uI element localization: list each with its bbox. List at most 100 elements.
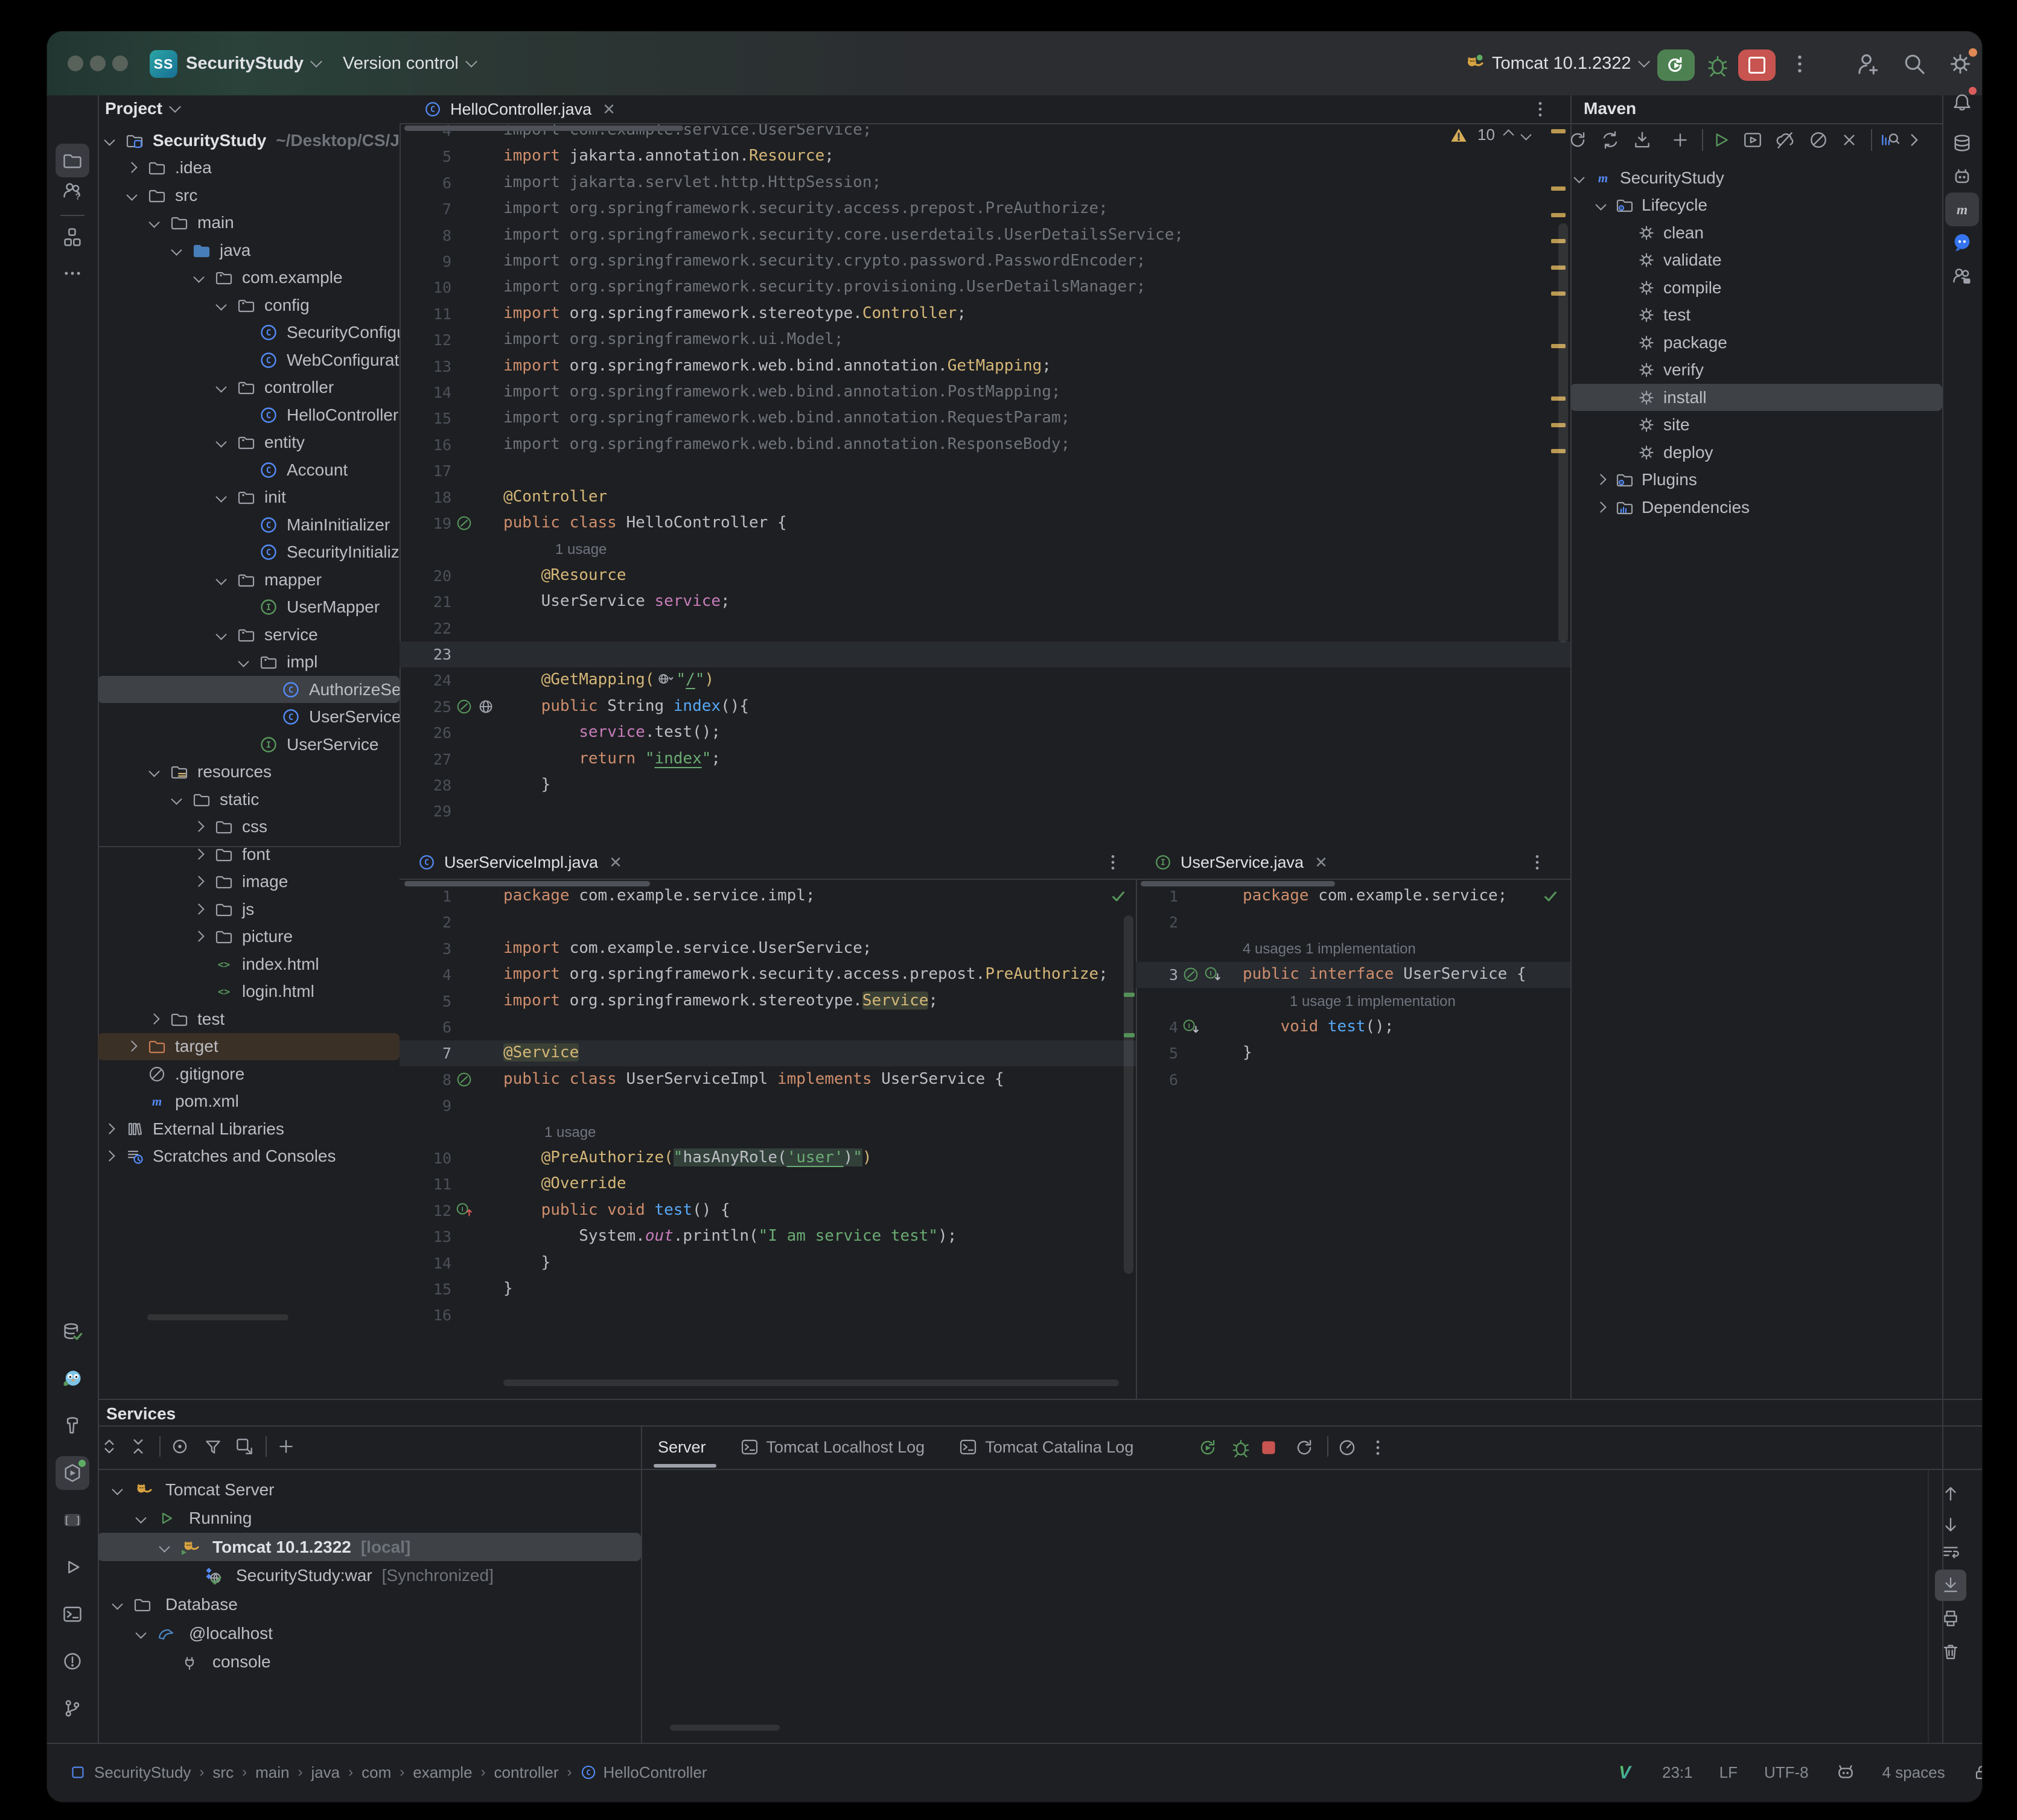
code-line[interactable]: public interface UserService { (1243, 965, 1526, 983)
rail-problems-brackets[interactable]: [ ] (56, 1503, 89, 1537)
breadcrumbs[interactable]: SecurityStudy › src › main › java › com › example ›… (69, 1743, 707, 1802)
code-line[interactable]: package com.example.service; (1243, 886, 1507, 905)
maven-item-plugins[interactable]: Plugins (1570, 466, 1942, 494)
rail-structure[interactable] (56, 220, 89, 254)
ai-icon[interactable] (1835, 1762, 1856, 1783)
services-item-securitystudy:war[interactable]: SecurityStudy:war [Synchronized] (98, 1562, 641, 1590)
breadcrumb-securitystudy[interactable]: SecurityStudy (94, 1763, 191, 1782)
log-kebab-button[interactable] (1368, 1437, 1388, 1461)
maven-item-site[interactable]: site (1570, 412, 1942, 439)
breadcrumb-main[interactable]: main (255, 1763, 289, 1782)
code-line[interactable]: void test(); (1243, 1017, 1394, 1036)
rail-problems[interactable] (56, 1644, 89, 1678)
rail-notifications[interactable] (1945, 86, 1979, 119)
breadcrumb-hellocontroller[interactable]: HelloController (603, 1763, 707, 1782)
tab-close-icon[interactable]: ✕ (602, 100, 616, 119)
maven-item-dependencies[interactable]: Dependencies (1570, 494, 1942, 521)
log-trash-button[interactable] (1935, 1636, 1966, 1667)
vertical-scrollbar[interactable] (1124, 915, 1133, 1274)
services-item-console[interactable]: console (98, 1648, 641, 1676)
rail-maven-tool[interactable]: m (1945, 192, 1979, 226)
editor-tab-userservice.java[interactable]: I UserService.java ✕ (1154, 853, 1328, 872)
folder-gear-icon (1615, 196, 1634, 215)
caret-position[interactable]: 23:1 (1662, 1763, 1693, 1782)
window-close-button[interactable] (68, 56, 83, 71)
log-stopr-button[interactable] (1258, 1437, 1279, 1461)
vertical-scrollbar[interactable] (1558, 223, 1568, 643)
lock-icon[interactable] (1972, 1763, 1982, 1782)
rail-database[interactable] (1945, 126, 1979, 160)
mvn-icon: m (1593, 168, 1613, 188)
editor-options-icon[interactable] (1527, 852, 1547, 876)
breadcrumb-src[interactable]: src (212, 1763, 234, 1782)
rail-run[interactable] (56, 1550, 89, 1584)
log-wrap-button[interactable] (1935, 1536, 1966, 1568)
services-item-tomcat-10.1.2322[interactable]: Tomcat 10.1.2322 [local] (98, 1533, 641, 1562)
services-item-tomcat-server[interactable]: Tomcat Server (98, 1475, 641, 1504)
rail-learn[interactable]: ? (56, 174, 89, 208)
maven-item-install[interactable]: install (1570, 384, 1942, 411)
rail-collaboration[interactable] (1945, 259, 1979, 293)
editor-options-icon[interactable] (1530, 99, 1550, 122)
gutter-impldown-icon[interactable]: I (1203, 966, 1222, 987)
rail-database-changes[interactable] (56, 1315, 89, 1349)
refresh-icon (1294, 1437, 1314, 1458)
log-scrollend-button[interactable] (1935, 1570, 1966, 1601)
log-debugg-button[interactable] (1231, 1437, 1251, 1461)
log-gauge-button[interactable] (1337, 1437, 1357, 1461)
rail-terminal[interactable] (56, 1597, 89, 1631)
usage-inlay[interactable]: 4 usages 1 implementation (1243, 941, 1416, 958)
log-refresh-button[interactable] (1294, 1437, 1314, 1461)
encoding[interactable]: UTF-8 (1764, 1763, 1809, 1782)
maven-item-clean[interactable]: clean (1570, 219, 1942, 246)
line-ending[interactable]: LF (1719, 1763, 1738, 1782)
rail-plugin[interactable] (1945, 160, 1979, 194)
print-icon (1940, 1608, 1961, 1629)
maven-item-package[interactable]: package (1570, 329, 1942, 356)
breadcrumb-com[interactable]: com (362, 1763, 391, 1782)
maven-item-test[interactable]: test (1570, 302, 1942, 329)
log-rerung-button[interactable] (1197, 1437, 1218, 1461)
rail-more-tool-windows[interactable] (56, 256, 89, 290)
breadcrumb-example[interactable]: example (413, 1763, 472, 1782)
usage-inlay[interactable]: 1 usage 1 implementation (1290, 993, 1456, 1010)
editor-tab-hellocontroller.java[interactable]: C HelloController.java ✕ (424, 100, 616, 119)
editor-tab-userserviceimpl.java[interactable]: C UserServiceImpl.java ✕ (418, 853, 622, 872)
breadcrumb-java[interactable]: java (311, 1763, 340, 1782)
editor-userservice[interactable]: 1 package com.example.service; 2 4 usages 1… (1136, 846, 1570, 1399)
log-output[interactable]: 07-Jun-2024 15:18:19.454 INFO [RMI TCP C… (641, 1470, 1928, 1743)
services-item-@localhost[interactable]: @localhost (98, 1619, 641, 1647)
services-item-database[interactable]: Database (98, 1590, 641, 1618)
log-tab-tomcat-catalina-log[interactable]: Tomcat Catalina Log (958, 1437, 1133, 1457)
maven-item-securitystudy[interactable]: m SecurityStudy (1570, 164, 1942, 191)
tab-close-icon[interactable]: ✕ (609, 853, 622, 872)
inspection-widget[interactable]: 10 (1450, 126, 1532, 144)
code-line[interactable]: } (1243, 1043, 1252, 1061)
services-item-running[interactable]: Running (98, 1504, 641, 1533)
rail-services[interactable] (56, 1456, 89, 1490)
editor-options-icon[interactable] (1103, 852, 1123, 876)
maven-item-compile[interactable]: compile (1570, 274, 1942, 301)
maven-item-lifecycle[interactable]: Lifecycle (1570, 192, 1942, 219)
mysql-icon (156, 1624, 176, 1643)
gutter-bean-icon[interactable] (1182, 966, 1200, 987)
log-print-button[interactable] (1935, 1603, 1966, 1634)
log-hscrollbar[interactable] (670, 1725, 780, 1731)
rail-version-control[interactable] (56, 1691, 89, 1725)
log-up-button[interactable] (1935, 1478, 1966, 1509)
indent-setting[interactable]: 4 spaces (1882, 1763, 1945, 1782)
rail-ai-chat[interactable] (1945, 226, 1979, 259)
breadcrumb-controller[interactable]: controller (494, 1763, 559, 1782)
log-tab-server[interactable]: Server (658, 1438, 706, 1457)
maven-item-deploy[interactable]: deploy (1570, 439, 1942, 466)
tab-close-icon[interactable]: ✕ (1314, 853, 1328, 872)
status-widgets[interactable]: V 23:1 LF UTF-8 4 spaces (1614, 1743, 1982, 1802)
log-tab-tomcat-localhost-log[interactable]: Tomcat Localhost Log (740, 1437, 925, 1457)
rail-gopher-plugin[interactable] (56, 1362, 89, 1396)
globechev-icon[interactable] (657, 670, 674, 687)
maven-item-validate[interactable]: validate (1570, 247, 1942, 274)
maven-item-verify[interactable]: verify (1570, 357, 1942, 384)
rail-project[interactable] (56, 144, 89, 177)
rail-build[interactable] (56, 1409, 89, 1443)
gutter-impldown-icon[interactable]: I (1182, 1018, 1200, 1039)
